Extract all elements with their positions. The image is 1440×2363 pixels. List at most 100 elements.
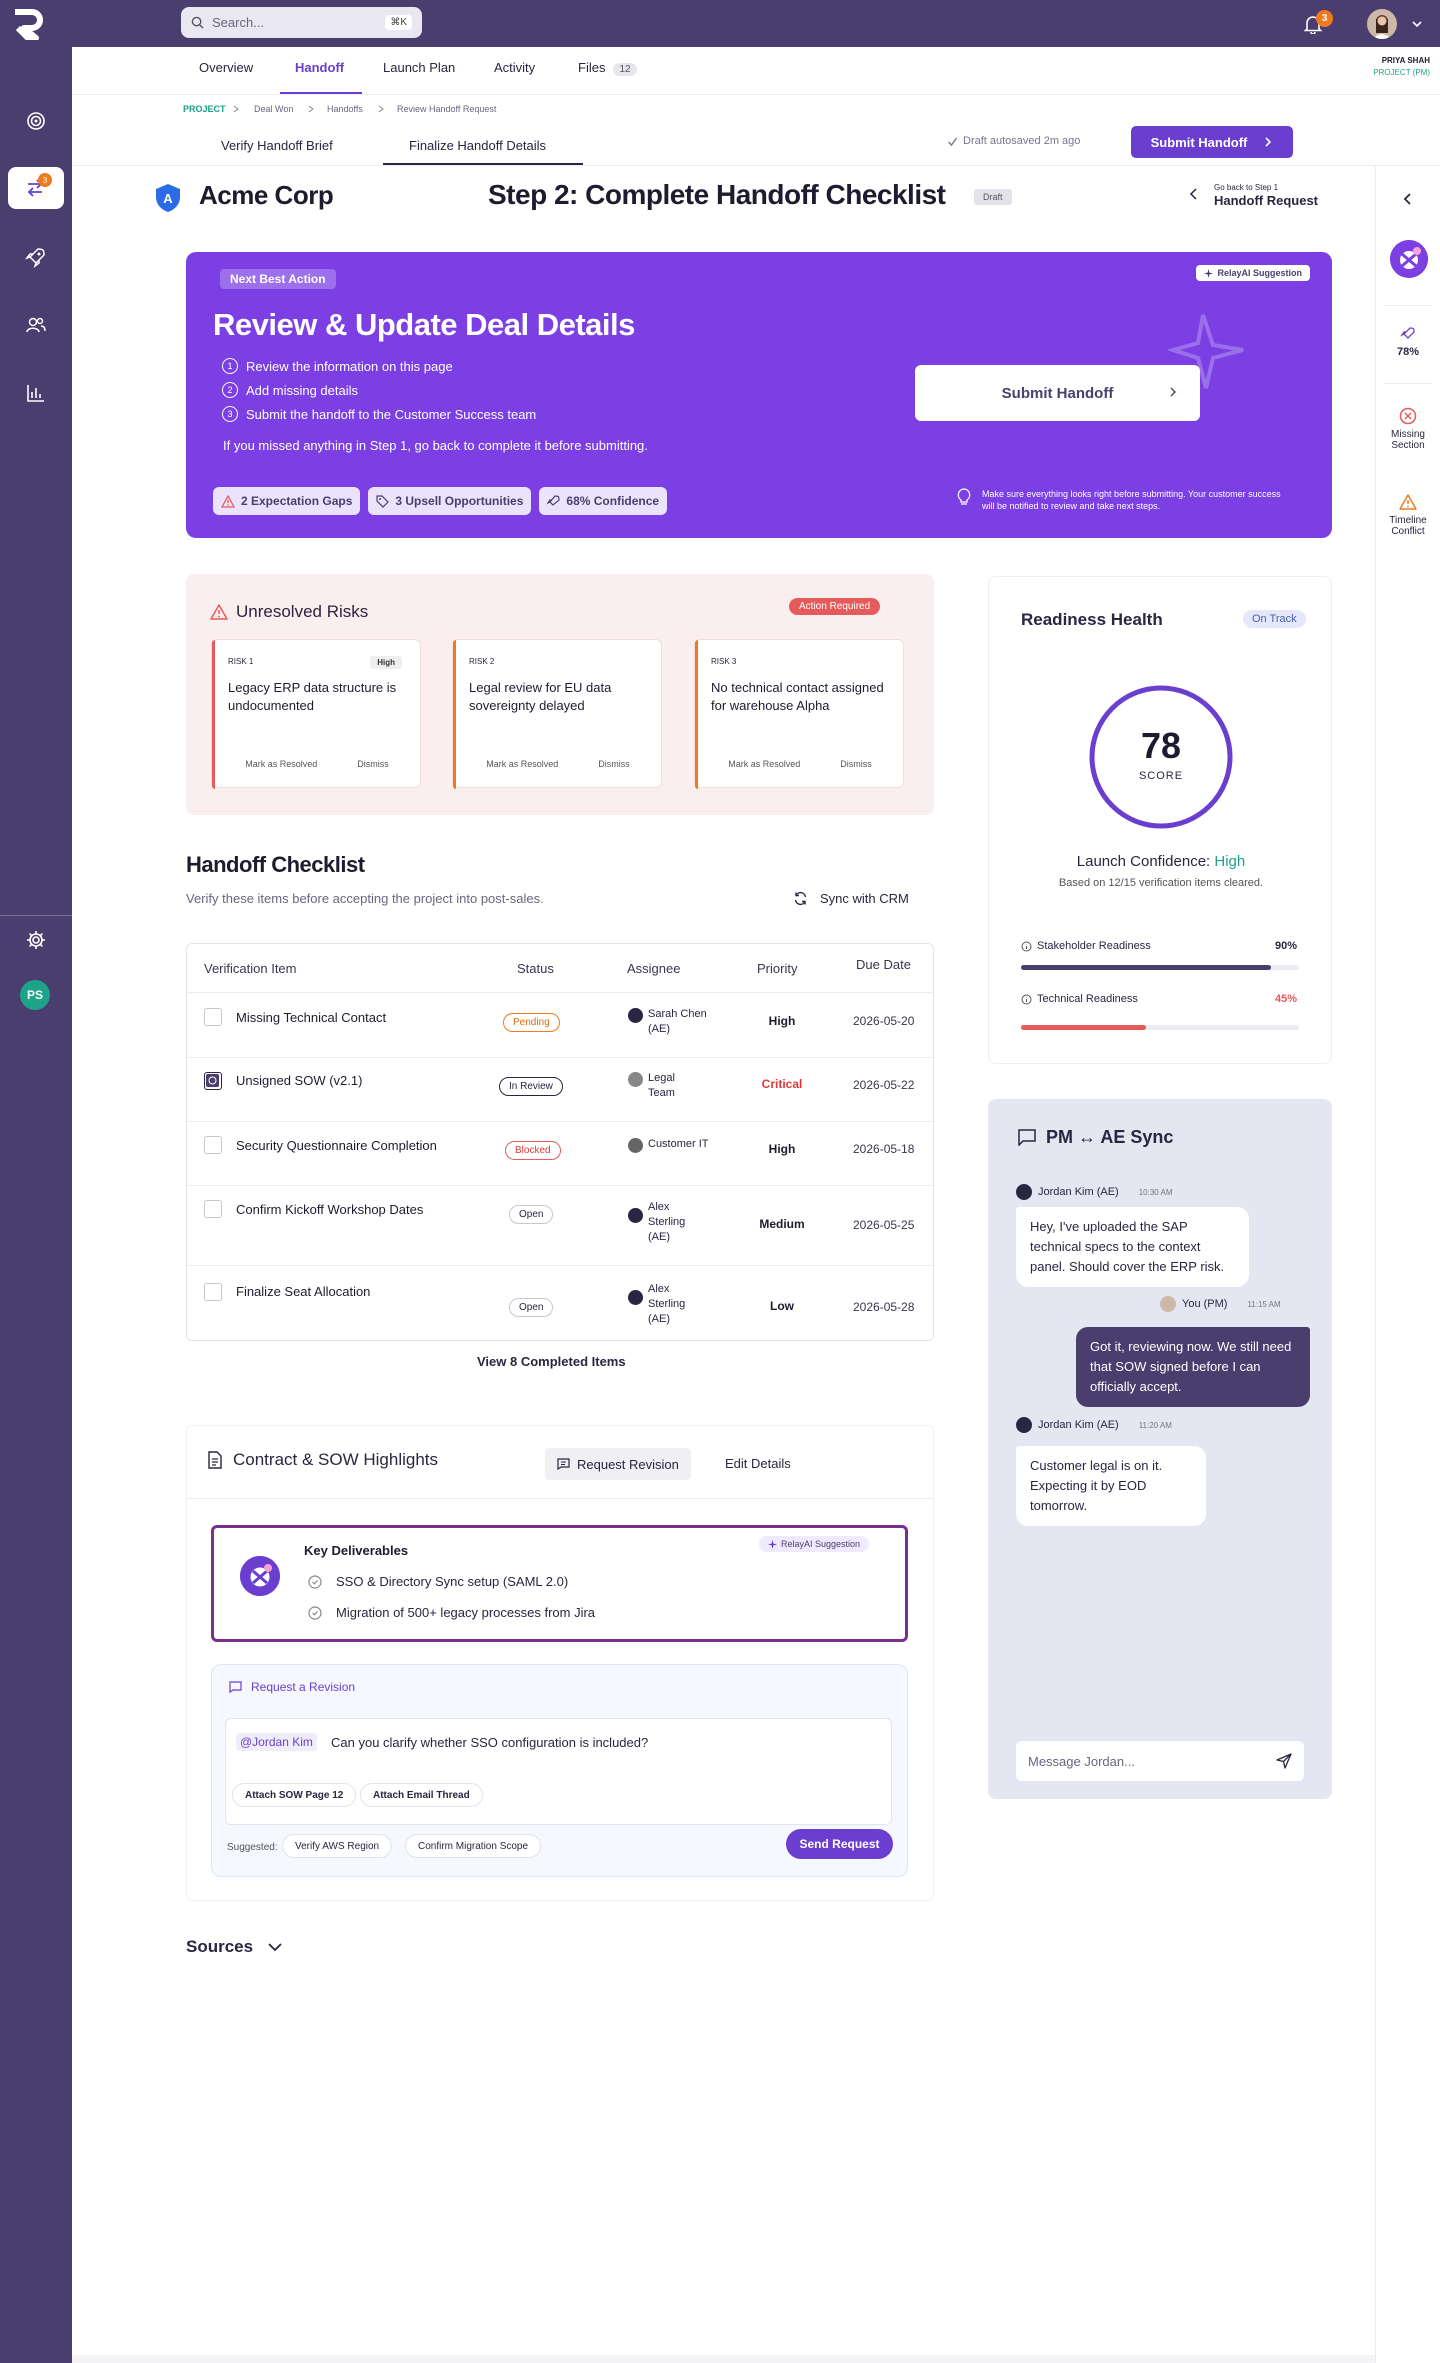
target-icon[interactable] [25,110,47,132]
chevron-down-icon [268,1943,282,1952]
search-input[interactable]: Search... ⌘K [181,7,422,38]
ai-assistant-avatar[interactable] [1390,240,1428,278]
dismiss-button[interactable]: Dismiss [840,759,872,769]
rail-timeline-conflict[interactable]: Timeline Conflict [1382,493,1434,537]
deliverables-title: Key Deliverables [304,1543,409,1558]
send-request-button[interactable]: Send Request [786,1829,893,1859]
risk-card[interactable]: RISK 1 High Legacy ERP data structure is… [211,639,422,789]
request-revision-button[interactable]: Request Revision [545,1448,691,1480]
nba-title: Review & Update Deal Details [213,307,635,342]
message-author: Jordan Kim (AE) [1038,1186,1119,1198]
tag-icon [376,494,390,508]
launch-confidence-prefix: Launch Confidence: [1076,853,1215,870]
breadcrumb-handoffs[interactable]: Handoffs [327,104,363,114]
risks-title: Unresolved Risks [210,602,368,622]
breadcrumb-project[interactable]: PROJECT [183,104,226,114]
horizontal-scrollbar[interactable] [72,2355,1375,2363]
row-checkbox[interactable] [204,1136,222,1154]
expectation-gaps-chip[interactable]: 2 Expectation Gaps [213,487,361,515]
tab-activity[interactable]: Activity [494,60,535,75]
bar-chart-icon[interactable] [25,382,47,404]
column-header[interactable]: Status [517,961,554,976]
message-input[interactable]: Message Jordan... [1016,1741,1304,1781]
score-label: SCORE [1138,770,1184,782]
row-checkbox[interactable] [204,1008,222,1026]
subtab-finalize-details[interactable]: Finalize Handoff Details [409,138,546,153]
rail-progress[interactable]: 78% [1382,326,1434,358]
row-divider [187,992,933,993]
go-back-link[interactable]: Handoff Request [1214,193,1318,208]
rocket-icon[interactable] [25,246,47,268]
risk-title: Legacy ERP data structure is undocumente… [228,680,397,713]
message-meta: Jordan Kim (AE) 11:20 AM [1016,1417,1172,1433]
risk-actions: Mark as Resolved Dismiss [695,759,905,769]
confidence-chip[interactable]: 68% Confidence [539,487,668,515]
tab-launch-plan[interactable]: Launch Plan [383,60,455,75]
risk-number: RISK 2 [469,657,495,666]
column-header[interactable]: Verification Item [204,961,297,976]
warning-icon [1399,494,1417,510]
user-avatar[interactable] [1367,9,1397,39]
send-icon[interactable] [1276,1753,1292,1769]
column-header[interactable]: Priority [757,961,797,976]
dismiss-button[interactable]: Dismiss [598,759,630,769]
nba-submit-handoff-button[interactable]: Submit Handoff [915,365,1200,421]
deliverable-text: SSO & Directory Sync setup (SAML 2.0) [336,1574,569,1589]
dismiss-button[interactable]: Dismiss [357,759,389,769]
submit-handoff-button[interactable]: Submit Handoff [1131,126,1293,158]
mark-resolved-button[interactable]: Mark as Resolved [245,759,317,769]
tab-handoff[interactable]: Handoff [295,60,344,75]
metric-value: 90% [1274,940,1297,952]
row-checkbox[interactable] [204,1283,222,1301]
priority: Medium [759,1217,805,1231]
assignee-line: (AE) [648,1231,670,1243]
app-logo[interactable] [12,8,46,40]
column-header[interactable]: Due Date [856,957,911,972]
attach-sow-button[interactable]: Attach SOW Page 12 [232,1783,357,1807]
upsell-opportunities-chip[interactable]: 3 Upsell Opportunities [368,487,532,515]
suggestion-chip[interactable]: Confirm Migration Scope [405,1834,542,1858]
verification-item: Finalize Seat Allocation [236,1284,371,1299]
tab-files[interactable]: Files 12 [578,60,637,76]
gear-icon[interactable] [25,929,47,951]
sync-crm-button[interactable]: Sync with CRM [793,891,909,906]
chevron-left-icon[interactable] [1402,192,1414,206]
status-badge: Open [509,1298,554,1317]
go-back-caption[interactable]: Go back to Step 1 [1214,183,1278,192]
due-date: 2026-05-20 [853,1014,915,1028]
tab-overview[interactable]: Overview [199,60,253,75]
metric-label-text: Technical Readiness [1037,993,1138,1005]
suggestion-chip[interactable]: Verify AWS Region [282,1834,393,1858]
row-checkbox[interactable] [204,1200,222,1218]
risk-number: RISK 3 [711,657,737,666]
column-header[interactable]: Assignee [627,961,680,976]
risk-card[interactable]: RISK 3 No technical contact assigned for… [694,639,905,789]
attach-email-button[interactable]: Attach Email Thread [360,1783,483,1807]
request-revision-label: Request Revision [577,1456,679,1472]
breadcrumb-deal-won[interactable]: Deal Won [254,104,293,114]
sources-toggle[interactable]: Sources [186,1937,283,1957]
row-checkbox-checked[interactable] [204,1072,222,1090]
mention-tag[interactable]: @Jordan Kim [236,1733,317,1751]
assignee-line: Legal [648,1072,675,1084]
next-best-action-card: Next Best Action RelayAI Suggestion Revi… [186,252,1332,538]
edit-details-button[interactable]: Edit Details [725,1456,791,1471]
users-icon[interactable] [25,314,47,336]
rail-missing-section[interactable]: Missing Section [1382,407,1434,451]
chevron-left-icon[interactable] [1189,188,1199,200]
mark-resolved-button[interactable]: Mark as Resolved [486,759,558,769]
sidebar-user-avatar[interactable]: PS [20,980,50,1010]
revision-textarea[interactable]: @Jordan Kim Can you clarify whether SSO … [225,1718,892,1825]
chevron-down-icon[interactable] [1411,18,1423,30]
priority: Critical [761,1077,803,1091]
subtab-verify-brief[interactable]: Verify Handoff Brief [221,138,333,153]
warning-icon [221,494,235,508]
rail-divider [1384,383,1432,384]
metric-label: Technical Readiness [1021,993,1138,1005]
view-completed-link[interactable]: View 8 Completed Items [477,1354,626,1369]
rocket-icon [547,494,560,506]
warning-icon [210,604,228,620]
risk-actions: Mark as Resolved Dismiss [212,759,422,769]
mark-resolved-button[interactable]: Mark as Resolved [728,759,800,769]
risk-card[interactable]: RISK 2 Legal review for EU data sovereig… [452,639,662,789]
